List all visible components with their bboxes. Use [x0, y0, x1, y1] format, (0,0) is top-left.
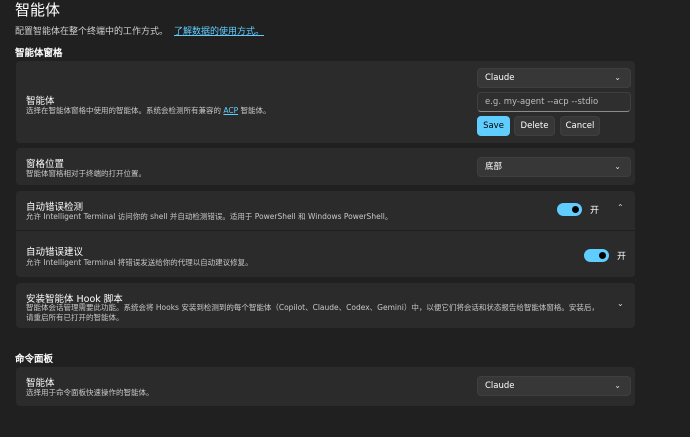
save-button[interactable]: Save: [477, 116, 510, 136]
palette-agent-select[interactable]: Claude ⌄: [477, 376, 631, 396]
section-title-agent-pane: 智能体窗格: [15, 48, 63, 59]
page-description-text: 配置智能体在整个终端中的工作方式。: [15, 27, 169, 37]
hook-install-description-line2: 请重启所有已打开的智能体。: [26, 313, 124, 322]
auto-error-suggestion-label: 自动错误建议: [26, 247, 84, 258]
page-title: 智能体: [15, 1, 61, 19]
pane-position-description: 智能体窗格相对于终端的打开位置。: [26, 169, 146, 178]
section-title-command-palette: 命令面板: [15, 354, 54, 365]
auto-error-suggestion-toggle-state: 开: [617, 252, 627, 262]
pane-position-select-value: 底部: [485, 162, 503, 172]
auto-error-detection-toggle[interactable]: [557, 203, 582, 216]
toggle-knob: [572, 206, 579, 213]
agent-description-suffix: 智能体。: [240, 106, 271, 115]
page-description: 配置智能体在整个终端中的工作方式。 了解数据的使用方式。: [15, 24, 264, 37]
chevron-down-icon[interactable]: ⌄: [617, 299, 624, 308]
palette-agent-card: 智能体 选择用于命令面板快速操作的智能体。 Claude ⌄: [16, 367, 635, 406]
agent-setting-card: 智能体 选择在智能体窗格中使用的智能体。系统会检测所有兼容的 ACP 智能体。 …: [16, 61, 635, 143]
agent-description: 选择在智能体窗格中使用的智能体。系统会检测所有兼容的 ACP 智能体。: [26, 105, 271, 116]
acp-link[interactable]: ACP: [223, 106, 238, 115]
agent-select[interactable]: Claude ⌄: [477, 68, 631, 88]
hook-install-card[interactable]: 安装智能体 Hook 脚本 智能体会话管理需要此功能。系统会将 Hooks 安装…: [16, 283, 635, 328]
chevron-up-icon[interactable]: ⌃: [617, 203, 624, 212]
auto-error-detection-description: 允许 Intelligent Terminal 访问你的 shell 并自动检测…: [26, 212, 393, 221]
divider: [16, 230, 635, 231]
chevron-down-icon: ⌄: [614, 162, 621, 171]
agent-description-text: 选择在智能体窗格中使用的智能体。系统会检测所有兼容的: [26, 106, 221, 115]
palette-agent-select-value: Claude: [485, 381, 515, 391]
toggle-knob: [599, 252, 606, 259]
agent-command-input[interactable]: e.g. my-agent --acp --stdio: [477, 92, 631, 112]
auto-error-detection-toggle-state: 开: [590, 206, 600, 216]
chevron-down-icon: ⌄: [614, 381, 621, 390]
chevron-down-icon: ⌄: [614, 73, 621, 82]
auto-error-suggestion-toggle[interactable]: [584, 249, 609, 262]
auto-error-card: 自动错误检测 允许 Intelligent Terminal 访问你的 shel…: [16, 191, 635, 277]
learn-data-usage-link[interactable]: 了解数据的使用方式。: [174, 27, 264, 37]
auto-error-suggestion-description: 允许 Intelligent Terminal 将错误发送给你的代理以自动建议修…: [26, 258, 253, 267]
palette-agent-description: 选择用于命令面板快速操作的智能体。: [26, 388, 154, 397]
pane-position-card: 窗格位置 智能体窗格相对于终端的打开位置。 底部 ⌄: [16, 148, 635, 185]
pane-position-select[interactable]: 底部 ⌄: [477, 157, 631, 177]
delete-button[interactable]: Delete: [514, 116, 555, 136]
agent-select-value: Claude: [485, 73, 515, 83]
cancel-button[interactable]: Cancel: [560, 116, 600, 136]
